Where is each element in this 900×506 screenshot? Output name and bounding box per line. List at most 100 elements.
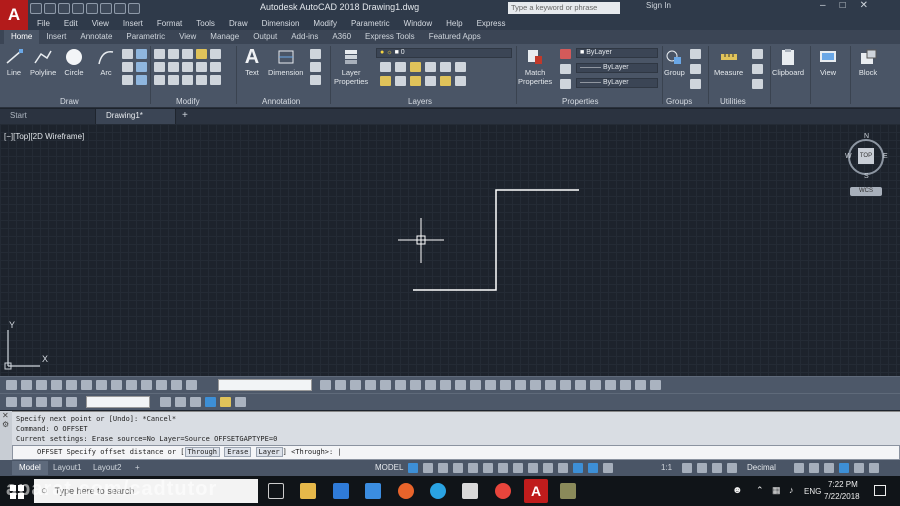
customization-icon[interactable]: [854, 463, 864, 473]
tab-featured-apps[interactable]: Featured Apps: [422, 30, 488, 44]
telegram-icon[interactable]: [430, 483, 446, 499]
notifications-icon[interactable]: [874, 485, 886, 496]
groups-panel-title[interactable]: Groups: [666, 97, 692, 106]
menu-edit[interactable]: Edit: [64, 19, 78, 28]
lineweight-toggle-icon[interactable]: [543, 463, 553, 473]
make-current-icon[interactable]: [380, 76, 391, 86]
layers-icon[interactable]: [21, 380, 32, 390]
ellipse-icon[interactable]: [122, 62, 133, 72]
menu-tools[interactable]: Tools: [196, 19, 215, 28]
tab-home[interactable]: Home: [4, 30, 40, 44]
quick-properties-icon[interactable]: [727, 463, 737, 473]
menu-help[interactable]: Help: [446, 19, 462, 28]
compass-north[interactable]: N: [864, 133, 869, 140]
compass-east[interactable]: E: [883, 153, 888, 160]
units-dropdown[interactable]: Decimal: [740, 461, 783, 475]
markup-small-icon[interactable]: [160, 397, 171, 407]
language-indicator[interactable]: ENG: [804, 487, 821, 496]
tab-output[interactable]: Output: [246, 30, 284, 44]
line-tool[interactable]: Line: [4, 48, 24, 77]
new-icon[interactable]: [30, 2, 42, 14]
region-small-icon[interactable]: [620, 380, 631, 390]
layer-lock-icon[interactable]: [425, 62, 436, 72]
tab-insert[interactable]: Insert: [39, 30, 73, 44]
isolate-objects-icon[interactable]: [809, 463, 819, 473]
zoom-previous-icon[interactable]: [350, 380, 361, 390]
trim-icon[interactable]: [182, 49, 193, 59]
infer-constraints-icon[interactable]: [438, 463, 448, 473]
region-icon[interactable]: [136, 75, 147, 85]
annotation-visibility-icon[interactable]: [588, 463, 598, 473]
layer-on-icon[interactable]: [126, 380, 137, 390]
annotation-monitor-icon[interactable]: [697, 463, 707, 473]
object-snap-tracking-icon[interactable]: [513, 463, 523, 473]
offset-icon[interactable]: [196, 62, 207, 72]
polar-icon[interactable]: [483, 463, 493, 473]
visual-styles-icon[interactable]: [235, 397, 246, 407]
tab-manage[interactable]: Manage: [203, 30, 246, 44]
web-mobile-icon[interactable]: [86, 2, 98, 14]
option-layer[interactable]: Layer: [255, 447, 283, 457]
polygon-icon[interactable]: [425, 380, 436, 390]
tray-chevron-icon[interactable]: ⌃: [756, 485, 764, 496]
ellipse-small-icon[interactable]: [515, 380, 526, 390]
utilities-panel-title[interactable]: Utilities: [720, 97, 746, 106]
layer-thaw-icon[interactable]: [141, 380, 152, 390]
insert-block-icon[interactable]: [545, 380, 556, 390]
file-explorer-icon[interactable]: [300, 483, 316, 499]
lengthen-icon[interactable]: [196, 75, 207, 85]
layer-change-icon[interactable]: [186, 380, 197, 390]
scale-icon[interactable]: [154, 75, 165, 85]
tool-palettes-icon[interactable]: [51, 397, 62, 407]
application-menu-button[interactable]: A: [0, 0, 28, 30]
move-icon[interactable]: [154, 49, 165, 59]
point-icon[interactable]: [575, 380, 586, 390]
tab-add-ins[interactable]: Add-ins: [284, 30, 325, 44]
explode-icon[interactable]: [210, 49, 221, 59]
pan-icon[interactable]: [365, 380, 376, 390]
workspace-gear-icon[interactable]: [682, 463, 692, 473]
layer-freeze-icon[interactable]: [410, 62, 421, 72]
task-view-icon[interactable]: [268, 483, 284, 499]
drawing-canvas[interactable]: [−][Top][2D Wireframe] N W E S TOP WCS Y…: [0, 124, 900, 376]
layer-off-icon[interactable]: [380, 62, 391, 72]
circle-tool[interactable]: Circle: [64, 48, 84, 77]
people-icon[interactable]: ☻: [732, 485, 743, 496]
command-line-input[interactable]: OFFSET Specify offset distance or [Throu…: [12, 445, 900, 460]
draw-panel-title[interactable]: Draw: [60, 97, 79, 106]
table-icon[interactable]: [310, 62, 321, 72]
edge-browser-icon[interactable]: [333, 483, 349, 499]
isodraft-icon[interactable]: [498, 463, 508, 473]
tab-view[interactable]: View: [172, 30, 203, 44]
help-small-icon[interactable]: [205, 397, 216, 407]
dimension-tool[interactable]: Dimension: [268, 48, 303, 77]
layer-freeze-icon[interactable]: [96, 380, 107, 390]
store-icon[interactable]: [365, 483, 381, 499]
layer-match-icon[interactable]: [440, 62, 451, 72]
dynamic-input-icon[interactable]: [453, 463, 463, 473]
stretch-icon[interactable]: [210, 62, 221, 72]
annotation-scale[interactable]: 1:1: [654, 461, 679, 475]
menu-file[interactable]: File: [37, 19, 50, 28]
clipboard-tool[interactable]: Clipboard: [772, 48, 804, 77]
lock-ui-icon[interactable]: [794, 463, 804, 473]
annotation-panel-title[interactable]: Annotation: [262, 97, 300, 106]
new-tab-button[interactable]: +: [176, 109, 194, 124]
layer-match-icon[interactable]: [171, 380, 182, 390]
redo-icon[interactable]: [128, 2, 140, 14]
units-icon[interactable]: [712, 463, 722, 473]
ortho-icon[interactable]: [468, 463, 478, 473]
menu-view[interactable]: View: [92, 19, 109, 28]
linetype-dropdown[interactable]: ——— ByLayer: [576, 63, 658, 73]
object-snap-icon[interactable]: [528, 463, 538, 473]
add-layout-button[interactable]: +: [128, 461, 147, 475]
menu-window[interactable]: Window: [404, 19, 432, 28]
mtext-icon[interactable]: [650, 380, 661, 390]
unlock-icon[interactable]: [425, 76, 436, 86]
firefox-icon[interactable]: [398, 483, 414, 499]
maximize-icon[interactable]: □: [840, 0, 846, 11]
save-icon[interactable]: [58, 2, 70, 14]
properties-panel-title[interactable]: Properties: [562, 97, 598, 106]
layout-tab-model[interactable]: Model: [12, 461, 48, 475]
minimize-icon[interactable]: –: [820, 0, 826, 11]
